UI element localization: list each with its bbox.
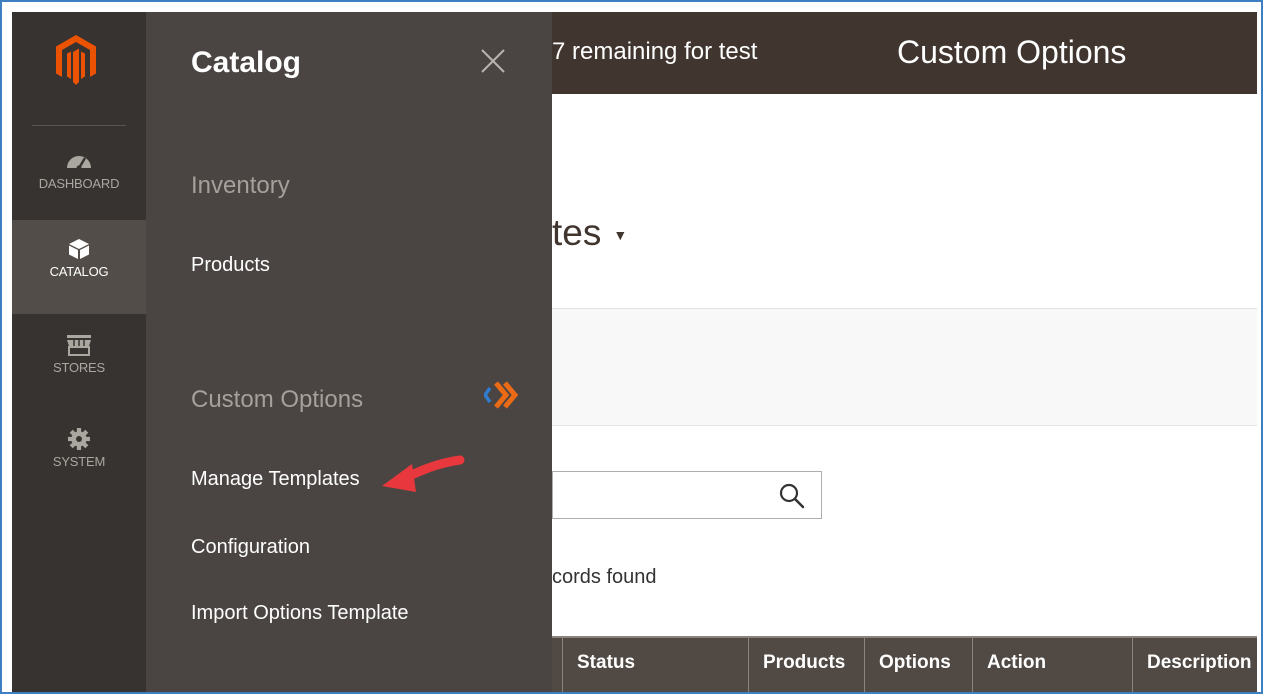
nav-item-stores[interactable]: STORES bbox=[12, 334, 146, 404]
extension-logo-icon bbox=[484, 381, 519, 409]
notification-text[interactable]: 7 remaining for test bbox=[552, 38, 757, 66]
menu-link-import-options-template[interactable]: Import Options Template bbox=[191, 602, 409, 625]
search-icon[interactable] bbox=[777, 481, 807, 511]
panel-title: Catalog bbox=[191, 46, 302, 79]
column-header-options[interactable]: Options bbox=[864, 638, 972, 692]
caret-down-icon: ▼ bbox=[613, 227, 628, 244]
menu-link-products[interactable]: Products bbox=[191, 254, 270, 277]
menu-link-configuration[interactable]: Configuration bbox=[191, 536, 310, 559]
grid-header: Status Products Options Action Descripti… bbox=[552, 636, 1257, 692]
column-header-products[interactable]: Products bbox=[748, 638, 864, 692]
section-title-custom-options: Custom Options bbox=[191, 386, 364, 413]
header-title: Custom Options bbox=[897, 34, 1127, 70]
nav-item-dashboard[interactable]: DASHBOARD bbox=[12, 140, 146, 220]
column-header-description[interactable]: Description bbox=[1132, 638, 1257, 692]
column-header-action[interactable]: Action bbox=[972, 638, 1132, 692]
nav-item-catalog[interactable]: CATALOG bbox=[12, 220, 146, 314]
actions-bar bbox=[552, 308, 1257, 426]
page-title[interactable]: tes ▼ bbox=[552, 212, 627, 254]
catalog-menu-panel: Catalog Inventory Products Custom Option… bbox=[146, 12, 552, 692]
nav-item-system[interactable]: SYSTEM bbox=[12, 428, 146, 498]
column-header-status[interactable]: Status bbox=[562, 638, 748, 692]
box-icon bbox=[69, 239, 89, 259]
admin-viewport: DASHBOARD CATALOG STORES SYSTEM Catalog … bbox=[12, 12, 1257, 692]
magento-logo[interactable] bbox=[56, 35, 96, 85]
records-found-text: cords found bbox=[552, 566, 657, 588]
screenshot-frame: DASHBOARD CATALOG STORES SYSTEM Catalog … bbox=[0, 0, 1263, 694]
pointer-arrow-annotation bbox=[382, 455, 465, 492]
nav-label-stores: STORES bbox=[52, 360, 106, 375]
store-icon bbox=[67, 335, 91, 356]
section-title-inventory: Inventory bbox=[191, 172, 290, 199]
page-title-text: tes bbox=[552, 212, 602, 253]
logo-divider bbox=[32, 125, 126, 126]
nav-label-catalog: CATALOG bbox=[49, 264, 109, 279]
search-input[interactable] bbox=[552, 471, 822, 519]
nav-label-system: SYSTEM bbox=[52, 454, 106, 469]
admin-sidebar: DASHBOARD CATALOG STORES SYSTEM bbox=[12, 12, 146, 692]
menu-link-manage-templates[interactable]: Manage Templates bbox=[191, 468, 360, 491]
page-header: 7 remaining for test Custom Options bbox=[552, 12, 1257, 94]
nav-label-dashboard: DASHBOARD bbox=[38, 176, 120, 191]
dashboard-icon bbox=[67, 156, 91, 171]
gear-icon bbox=[68, 428, 90, 450]
close-icon[interactable] bbox=[476, 44, 510, 78]
